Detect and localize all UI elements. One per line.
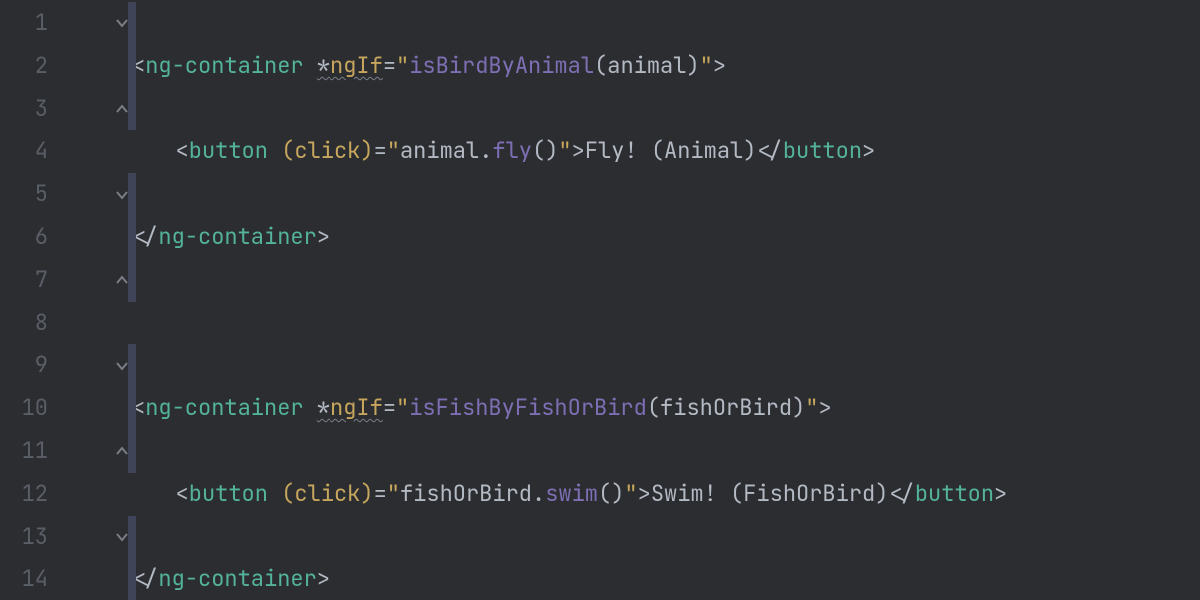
predicate-fn: isFishByFishOrBird [409, 393, 647, 422]
line-number: 11 [0, 430, 48, 473]
code-editor: 1 2 3 4 5 6 7 8 9 10 11 12 13 14 <ng-con… [0, 0, 1200, 600]
ngif-star: * [317, 393, 330, 422]
line-number: 9 [0, 344, 48, 387]
click-object: fishOrBird [400, 479, 532, 508]
fold-toggle-icon[interactable] [116, 530, 128, 544]
fold-gutter [60, 0, 132, 600]
line-number: 6 [0, 216, 48, 259]
code-line[interactable] [132, 302, 1200, 345]
predicate-arg: animal [607, 51, 686, 80]
fold-toggle-icon[interactable] [116, 188, 128, 202]
change-marker [128, 173, 136, 216]
button-text: Swim! (FishOrBird) [651, 479, 889, 508]
fold-toggle-icon[interactable] [116, 273, 128, 287]
ngif-directive: ngIf [330, 51, 383, 80]
tag-ng-container-close: ng-container [158, 222, 316, 251]
change-marker [128, 88, 136, 131]
ngif-directive: ngIf [330, 393, 383, 422]
line-number: 2 [0, 45, 48, 88]
predicate-arg: fishOrBird [660, 393, 792, 422]
change-marker [128, 259, 136, 302]
fold-toggle-icon[interactable] [116, 444, 128, 458]
tag-ng-container: ng-container [145, 393, 303, 422]
line-number: 3 [0, 88, 48, 131]
code-line[interactable]: <ng-container *ngIf="isBirdByAnimal(anim… [132, 45, 1200, 88]
tag-button-close: button [783, 136, 862, 165]
code-line[interactable]: </ng-container> [132, 216, 1200, 259]
click-object: animal [400, 136, 479, 165]
fold-toggle-icon[interactable] [116, 16, 128, 30]
tag-ng-container: ng-container [145, 51, 303, 80]
tag-ng-container-close: ng-container [158, 564, 316, 593]
change-marker [128, 216, 136, 259]
line-number: 14 [0, 558, 48, 600]
change-marker [128, 430, 136, 473]
line-number: 10 [0, 387, 48, 430]
fold-toggle-icon[interactable] [116, 359, 128, 373]
line-number: 1 [0, 2, 48, 45]
code-line[interactable]: <ng-container *ngIf="isFishByFishOrBird(… [132, 387, 1200, 430]
change-marker [128, 45, 136, 88]
code-line[interactable]: <button (click)="fishOrBird.swim()">Swim… [132, 473, 1200, 516]
line-number: 5 [0, 173, 48, 216]
change-marker [128, 558, 136, 600]
click-method: swim [545, 479, 598, 508]
tag-button: button [189, 479, 268, 508]
code-area[interactable]: <ng-container *ngIf="isBirdByAnimal(anim… [132, 0, 1200, 600]
predicate-fn: isBirdByAnimal [409, 51, 594, 80]
fold-toggle-icon[interactable] [116, 102, 128, 116]
line-number-gutter: 1 2 3 4 5 6 7 8 9 10 11 12 13 14 [0, 0, 60, 600]
button-text: Fly! (Animal) [585, 136, 757, 165]
line-number: 4 [0, 130, 48, 173]
tag-button-close: button [915, 479, 994, 508]
change-marker [128, 516, 136, 559]
change-marker [128, 344, 136, 387]
click-event: click [294, 136, 360, 165]
line-number: 12 [0, 473, 48, 516]
line-number: 7 [0, 259, 48, 302]
code-line[interactable]: <button (click)="animal.fly()">Fly! (Ani… [132, 130, 1200, 173]
tag-button: button [189, 136, 268, 165]
ngif-star: * [317, 51, 330, 80]
click-method: fly [492, 136, 532, 165]
change-marker [128, 2, 136, 45]
code-line[interactable]: </ng-container> [132, 558, 1200, 600]
line-number: 8 [0, 302, 48, 345]
line-number: 13 [0, 516, 48, 559]
click-event: click [294, 479, 360, 508]
change-marker [128, 387, 136, 430]
